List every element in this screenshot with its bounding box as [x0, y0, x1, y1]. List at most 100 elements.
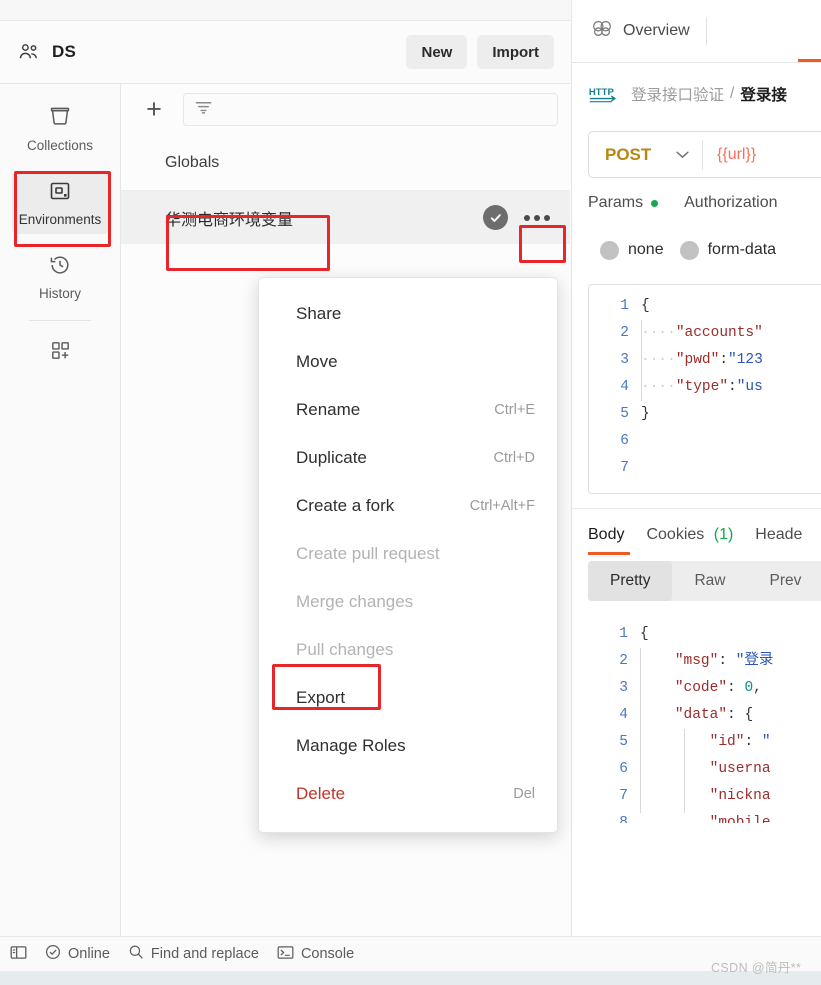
- menu-item-share[interactable]: Share: [259, 290, 557, 338]
- menu-label: Manage Roles: [296, 736, 406, 755]
- filter-icon: [194, 99, 213, 120]
- sidebar-label-history: History: [38, 286, 81, 301]
- breadcrumb-current: 登录接: [740, 87, 787, 104]
- code-token: :: [728, 379, 737, 395]
- tab-overview[interactable]: Overview: [572, 0, 706, 62]
- view-mode-raw[interactable]: Raw: [672, 561, 747, 601]
- menu-label: Create pull request: [296, 544, 440, 563]
- tab-cookies[interactable]: Cookies (1): [646, 526, 733, 544]
- request-tabbar: Overview: [572, 0, 821, 63]
- sidebar-item-environments[interactable]: Environments: [11, 172, 109, 234]
- line-number: 8: [619, 815, 628, 823]
- line-number: 7: [619, 788, 628, 804]
- view-mode-preview[interactable]: Prev: [748, 561, 821, 601]
- environments-toolbar: +: [121, 84, 570, 135]
- code-token: "登录: [735, 653, 774, 669]
- request-body-editor[interactable]: 1234567 {····"accounts" ····"pwd":"123 ···…: [588, 284, 821, 494]
- menu-item-create-a-fork[interactable]: Create a fork Ctrl+Alt+F: [259, 482, 557, 530]
- code-token: "pwd": [675, 352, 720, 368]
- code-line: ····"pwd":"123: [641, 347, 821, 374]
- http-method-select[interactable]: POST: [589, 145, 702, 165]
- url-input[interactable]: {{url}}: [703, 146, 756, 164]
- code-line: "code": 0,: [640, 675, 821, 702]
- code-line: }: [641, 401, 821, 428]
- line-number: 1: [620, 298, 629, 314]
- import-button[interactable]: Import: [477, 35, 554, 69]
- add-environment-button[interactable]: +: [139, 95, 169, 125]
- environments-filter-input[interactable]: [183, 93, 558, 126]
- check-circle-icon[interactable]: [483, 205, 508, 230]
- menu-label: Rename: [296, 400, 361, 419]
- bottom-page-fill: [0, 971, 821, 985]
- menu-item-rename[interactable]: Rename Ctrl+E: [259, 386, 557, 434]
- line-number: 1: [619, 626, 628, 642]
- sidebar-item-history[interactable]: History: [12, 246, 109, 308]
- new-button[interactable]: New: [406, 35, 468, 69]
- sidebar-toggle-button[interactable]: [10, 945, 27, 964]
- code-line: ····"accounts": [641, 320, 821, 347]
- code-token: :: [719, 352, 729, 368]
- radio-form-data[interactable]: form-data: [679, 240, 776, 260]
- apps-add-icon: [49, 339, 72, 365]
- sidebar-item-apps-add[interactable]: [12, 335, 109, 369]
- collections-icon: [48, 105, 72, 131]
- tab-headers[interactable]: Heade: [755, 526, 802, 544]
- menu-label: Delete: [296, 784, 346, 803]
- globals-label: Globals: [165, 153, 220, 171]
- environment-name: 华测电商环境变量: [165, 211, 294, 229]
- line-number: 7: [620, 460, 629, 476]
- radio-none[interactable]: none: [600, 240, 664, 260]
- tab-authorization[interactable]: Authorization: [684, 194, 777, 212]
- tab-params[interactable]: Params: [588, 194, 659, 212]
- environment-row-selected[interactable]: 华测电商环境变量: [121, 191, 570, 244]
- code-token: {: [744, 707, 754, 723]
- line-number: 3: [619, 680, 628, 696]
- code-line: "nickna: [640, 783, 821, 810]
- code-token: ,: [753, 680, 762, 696]
- menu-label: Merge changes: [296, 592, 414, 611]
- line-number: 6: [619, 761, 628, 777]
- code-token: "accounts": [675, 325, 763, 341]
- menu-shortcut: Ctrl+E: [494, 402, 535, 418]
- code-token: ····: [641, 352, 676, 368]
- environments-icon: [48, 179, 72, 205]
- find-and-replace-button[interactable]: Find and replace: [128, 944, 259, 964]
- request-editor-code[interactable]: {····"accounts" ····"pwd":"123 ····"type":…: [641, 285, 821, 493]
- response-body-editor[interactable]: 1 2 3 4 5 6 7 8 { "msg": "登录 "code": 0, "data":…: [588, 613, 821, 823]
- menu-item-create-pull-request: Create pull request: [259, 530, 557, 578]
- menu-label: Export: [296, 688, 346, 707]
- menu-item-export[interactable]: Export: [259, 674, 557, 722]
- online-status[interactable]: Online: [45, 944, 110, 964]
- tab-cookies-label: Cookies: [646, 526, 705, 543]
- search-icon: [128, 944, 144, 964]
- globals-row[interactable]: Globals: [121, 135, 570, 191]
- code-line: "data": {: [640, 702, 821, 729]
- breadcrumb-separator: /: [730, 85, 735, 102]
- menu-item-move[interactable]: Move: [259, 338, 557, 386]
- console-button[interactable]: Console: [277, 945, 354, 964]
- console-label: Console: [300, 946, 355, 962]
- code-token: ····: [641, 379, 676, 395]
- menu-item-manage-roles[interactable]: Manage Roles: [259, 722, 557, 770]
- response-editor-code[interactable]: { "msg": "登录 "code": 0, "data": { "id": …: [640, 613, 821, 823]
- line-number: 4: [619, 707, 628, 723]
- sidebar-item-collections[interactable]: Collections: [12, 98, 109, 160]
- view-mode-pretty[interactable]: Pretty: [588, 561, 673, 601]
- code-token: 0: [744, 680, 754, 696]
- svg-text:HTTP: HTTP: [589, 87, 615, 98]
- breadcrumb-parent[interactable]: 登录接口验证: [631, 83, 724, 105]
- code-fold-guide: [640, 648, 641, 813]
- code-line: {: [641, 293, 821, 320]
- tab-body[interactable]: Body: [588, 526, 624, 544]
- radio-knob-icon: [600, 240, 619, 260]
- left-sidebar-rail: Collections Environments History: [0, 84, 121, 936]
- menu-item-delete[interactable]: Delete Del: [259, 770, 557, 818]
- menu-item-duplicate[interactable]: Duplicate Ctrl+D: [259, 434, 557, 482]
- people-icon: [16, 42, 42, 62]
- more-horizontal-icon[interactable]: [514, 201, 560, 235]
- history-icon: [48, 253, 72, 279]
